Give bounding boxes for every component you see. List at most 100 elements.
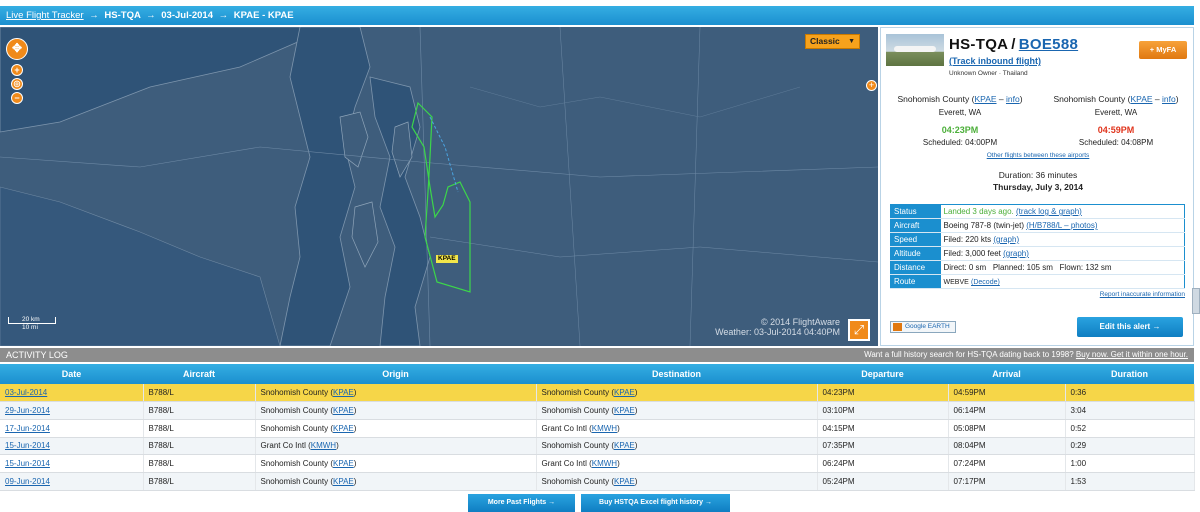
row-destination-cell: Grant Co Intl (KMWH) — [536, 419, 818, 438]
more-past-flights-button[interactable]: More Past Flights → — [468, 494, 575, 512]
zoom-out-icon[interactable]: − — [11, 92, 23, 104]
column-header-date[interactable]: Date — [0, 364, 143, 384]
destination-name: Snohomish County — [1053, 94, 1126, 104]
history-promo: Want a full history search for HS-TQA da… — [864, 348, 1188, 362]
origin-info-link[interactable]: info — [1006, 94, 1020, 104]
row-date-cell: 15-Jun-2014 — [0, 454, 144, 473]
myfa-button[interactable]: + MyFA — [1139, 41, 1187, 59]
detail-row-distance: Distance Direct: 0 sm Planned: 105 sm Fl… — [890, 260, 1185, 275]
row-destination-cell: Snohomish County (KPAE) — [536, 472, 818, 491]
table-row[interactable]: 17-Jun-2014 B788/L Snohomish County (KPAE)… — [0, 419, 1195, 438]
row-date-link[interactable]: 17-Jun-2014 — [5, 424, 50, 433]
row-destination-code-link[interactable]: KMWH — [592, 459, 617, 468]
row-duration: 0:52 — [1065, 419, 1195, 438]
table-row[interactable]: 15-Jun-2014 B788/L Snohomish County (KPAE)… — [0, 454, 1195, 473]
row-origin-code-link[interactable]: KPAE — [333, 424, 354, 433]
table-row[interactable]: 29-Jun-2014 B788/L Snohomish County (KPAE)… — [0, 401, 1195, 420]
chevron-down-icon: ▼ — [848, 38, 855, 45]
row-destination-cell: Snohomish County (KPAE) — [536, 401, 818, 420]
arrow-right-icon: → — [218, 10, 229, 21]
breadcrumb-date: 03-Jul-2014 — [161, 10, 214, 21]
row-destination: Snohomish County — [541, 476, 610, 486]
speed-value: Filed: 220 kts — [943, 235, 992, 244]
row-destination-cell: Grant Co Intl (KMWH) — [536, 454, 818, 473]
expand-map-icon[interactable]: + — [866, 80, 877, 91]
activity-log-header: ACTIVITY LOG Want a full history search … — [0, 348, 1194, 362]
airport-marker-label: KPAE — [436, 255, 458, 263]
row-destination-cell: Snohomish County (KPAE) — [536, 437, 818, 456]
row-origin-cell: Snohomish County (KPAE) — [255, 472, 537, 491]
row-date-cell: 15-Jun-2014 — [0, 437, 144, 456]
column-header-arrival[interactable]: Arrival — [948, 364, 1065, 384]
edit-alert-button[interactable]: Edit this alert → — [1077, 317, 1183, 337]
flight-map[interactable]: ✥ + ◎ − Classic ▼ + KPAE 20 km 10 mi © 2… — [0, 27, 878, 346]
track-inbound-link[interactable]: (Track inbound flight) — [949, 56, 1041, 66]
buy-excel-history-button[interactable]: Buy HSTQA Excel flight history → — [581, 494, 730, 512]
row-origin-code-link[interactable]: KPAE — [333, 477, 354, 486]
row-aircraft: B788/L — [143, 401, 256, 420]
row-destination-code-link[interactable]: KPAE — [614, 388, 635, 397]
row-date-cell: 17-Jun-2014 — [0, 419, 144, 438]
row-arrival: 06:14PM — [948, 401, 1066, 420]
zoom-in-icon[interactable]: + — [11, 64, 23, 76]
origin-name: Snohomish County — [897, 94, 970, 104]
row-origin-code-link[interactable]: KPAE — [333, 388, 354, 397]
other-flights-link[interactable]: Other flights between these airports — [881, 152, 1195, 159]
breadcrumb-live-flight-tracker[interactable]: Live Flight Tracker — [6, 10, 84, 21]
aircraft-type-link[interactable]: (H/B788/L – photos) — [1026, 221, 1097, 230]
table-row[interactable]: 03-Jul-2014 B788/L Snohomish County (KPAE)… — [0, 384, 1195, 403]
row-duration: 0:36 — [1065, 384, 1195, 403]
column-header-departure[interactable]: Departure — [817, 364, 948, 384]
column-header-duration[interactable]: Duration — [1065, 364, 1194, 384]
row-date-link[interactable]: 15-Jun-2014 — [5, 441, 50, 450]
fullscreen-icon[interactable]: ⤢ — [848, 319, 870, 341]
column-header-aircraft[interactable]: Aircraft — [143, 364, 255, 384]
table-row[interactable]: 09-Jun-2014 B788/L Snohomish County (KPAE)… — [0, 472, 1195, 491]
row-destination-code-link[interactable]: KPAE — [614, 441, 635, 450]
row-destination-cell: Snohomish County (KPAE) — [536, 384, 818, 403]
detail-row-aircraft: Aircraft Boeing 787-8 (twin-jet) (H/B788… — [890, 218, 1185, 233]
buy-now-link[interactable]: Buy now. Get it within one hour. — [1076, 350, 1188, 359]
detail-key: Distance — [890, 260, 941, 275]
row-aircraft: B788/L — [143, 437, 256, 456]
row-destination-code-link[interactable]: KPAE — [614, 406, 635, 415]
table-row[interactable]: 15-Jun-2014 B788/L Grant Co Intl (KMWH) Sno… — [0, 437, 1195, 456]
row-destination-code-link[interactable]: KMWH — [592, 424, 617, 433]
map-style-select[interactable]: Classic ▼ — [805, 34, 860, 49]
row-origin-code-link[interactable]: KPAE — [333, 406, 354, 415]
row-date-link[interactable]: 03-Jul-2014 — [5, 388, 47, 397]
google-earth-button[interactable]: Google EARTH — [890, 321, 956, 333]
side-feedback-tab[interactable] — [1192, 288, 1200, 314]
speed-graph-link[interactable]: (graph) — [993, 235, 1019, 244]
departure-scheduled: Scheduled: 04:00PM — [922, 138, 998, 147]
row-departure: 04:15PM — [817, 419, 949, 438]
column-header-origin[interactable]: Origin — [255, 364, 536, 384]
arrival-time: 04:59PM — [1097, 125, 1135, 135]
row-origin-code-link[interactable]: KMWH — [311, 441, 336, 450]
row-destination: Snohomish County — [541, 388, 610, 398]
row-departure: 05:24PM — [817, 472, 949, 491]
column-header-destination[interactable]: Destination — [536, 364, 817, 384]
weather-timestamp: Weather: 03-Jul-2014 04:40PM — [715, 327, 840, 337]
detail-row-route: Route WEBVE (Decode) — [890, 274, 1185, 289]
detail-row-speed: Speed Filed: 220 kts (graph) — [890, 232, 1185, 247]
row-date-link[interactable]: 15-Jun-2014 — [5, 459, 50, 468]
report-inaccurate-link[interactable]: Report inaccurate information — [1100, 291, 1185, 298]
origin-code-link[interactable]: KPAE — [974, 94, 996, 104]
altitude-graph-link[interactable]: (graph) — [1003, 249, 1029, 258]
destination-code-link[interactable]: KPAE — [1130, 94, 1152, 104]
flight-ident-link[interactable]: BOE588 — [1019, 36, 1078, 53]
row-destination-code-link[interactable]: KPAE — [614, 477, 635, 486]
row-origin: Grant Co Intl — [260, 441, 306, 451]
breadcrumb-route: KPAE - KPAE — [233, 10, 294, 21]
route-decode-link[interactable]: (Decode) — [971, 279, 1000, 286]
row-date-link[interactable]: 09-Jun-2014 — [5, 477, 50, 486]
row-origin-code-link[interactable]: KPAE — [333, 459, 354, 468]
aircraft-photo[interactable] — [886, 34, 944, 66]
row-origin-cell: Snohomish County (KPAE) — [255, 401, 537, 420]
destination-info-link[interactable]: info — [1162, 94, 1176, 104]
globe-icon[interactable]: ◎ — [11, 78, 23, 90]
track-log-link[interactable]: (track log & graph) — [1016, 207, 1082, 216]
row-date-link[interactable]: 29-Jun-2014 — [5, 406, 50, 415]
pan-control-icon[interactable]: ✥ — [6, 38, 28, 60]
